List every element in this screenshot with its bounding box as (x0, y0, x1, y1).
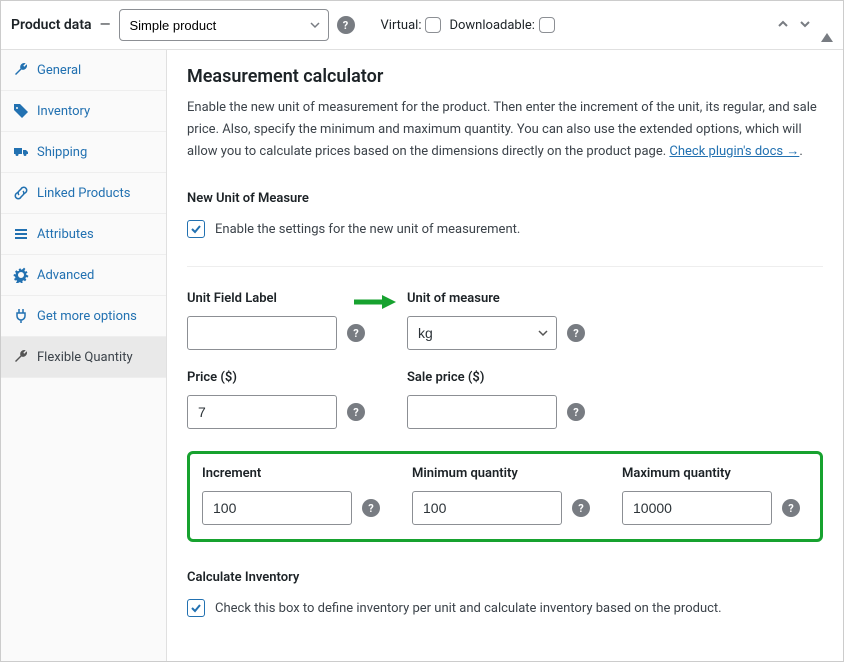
calc-inventory-heading: Calculate Inventory (187, 570, 823, 585)
tab-inventory[interactable]: Inventory (1, 91, 166, 132)
max-qty-label: Maximum quantity (622, 466, 808, 481)
tab-advanced[interactable]: Advanced (1, 255, 166, 296)
move-up-icon[interactable] (777, 18, 789, 33)
tab-general[interactable]: General (1, 50, 166, 91)
tab-shipping[interactable]: Shipping (1, 132, 166, 173)
help-icon[interactable]: ? (782, 499, 800, 517)
help-icon[interactable]: ? (567, 403, 585, 421)
calc-inventory-label: Check this box to define inventory per u… (215, 601, 722, 616)
help-icon[interactable]: ? (347, 324, 365, 342)
unit-field-label-input[interactable] (187, 316, 337, 350)
new-unit-heading: New Unit of Measure (187, 191, 823, 206)
wrench-icon (13, 62, 29, 78)
product-tabs: General Inventory Shipping Linked Produc… (1, 50, 167, 661)
calc-inventory-checkbox[interactable] (187, 599, 205, 617)
increment-input[interactable] (202, 491, 352, 525)
min-qty-input[interactable] (412, 491, 562, 525)
plug-icon (13, 308, 29, 324)
product-type-select[interactable]: Simple product (119, 9, 329, 41)
section-description: Enable the new unit of measurement for t… (187, 97, 823, 163)
price-input[interactable] (187, 395, 337, 429)
panel-dash: — (100, 17, 111, 33)
highlight-box: Increment ? Minimum quantity ? (187, 451, 823, 542)
panel-header: Product data — Simple product ? Virtual:… (1, 1, 843, 50)
min-qty-label: Minimum quantity (412, 466, 598, 481)
gear-icon (13, 267, 29, 283)
list-icon (13, 226, 29, 242)
max-qty-input[interactable] (622, 491, 772, 525)
tab-content: Measurement calculator Enable the new un… (167, 50, 843, 661)
tab-linked[interactable]: Linked Products (1, 173, 166, 214)
section-title: Measurement calculator (187, 66, 823, 87)
enable-unit-label: Enable the settings for the new unit of … (215, 222, 520, 237)
sale-price-input[interactable] (407, 395, 557, 429)
increment-label: Increment (202, 466, 388, 481)
tab-get-more[interactable]: Get more options (1, 296, 166, 337)
docs-link[interactable]: Check plugin's docs → (669, 144, 799, 159)
virtual-checkbox[interactable] (425, 17, 441, 33)
help-icon[interactable]: ? (567, 324, 585, 342)
move-down-icon[interactable] (799, 18, 811, 33)
link-icon (13, 185, 29, 201)
truck-icon (13, 144, 29, 160)
tab-flexible-quantity[interactable]: Flexible Quantity (1, 337, 166, 378)
price-label: Price ($) (187, 370, 383, 385)
sale-price-label: Sale price ($) (407, 370, 603, 385)
help-icon[interactable]: ? (572, 499, 590, 517)
divider (187, 266, 823, 267)
tab-attributes[interactable]: Attributes (1, 214, 166, 255)
unit-of-measure-select[interactable]: kg (407, 316, 557, 350)
collapse-icon[interactable] (821, 18, 833, 33)
virtual-checkbox-label: Virtual: (381, 17, 442, 33)
tag-icon (13, 103, 29, 119)
downloadable-checkbox-label: Downloadable: (449, 17, 554, 33)
unit-of-measure-label: Unit of measure (407, 291, 603, 306)
downloadable-checkbox[interactable] (539, 17, 555, 33)
enable-unit-checkbox[interactable] (187, 220, 205, 238)
arrow-annotation-icon (352, 293, 396, 311)
help-icon[interactable]: ? (362, 499, 380, 517)
wrench-icon (13, 349, 29, 365)
help-icon[interactable]: ? (337, 16, 355, 34)
help-icon[interactable]: ? (347, 403, 365, 421)
panel-title: Product data (11, 17, 92, 33)
